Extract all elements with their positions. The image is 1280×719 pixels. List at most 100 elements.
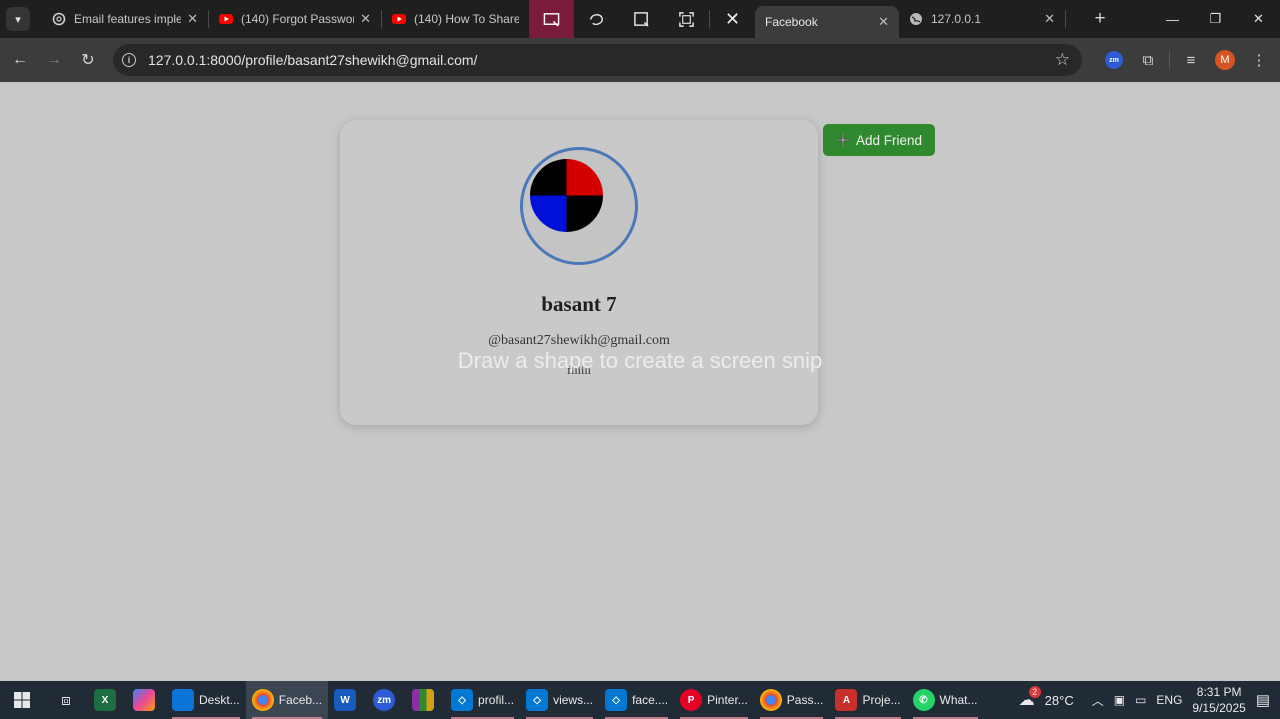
taskbar-app-label: Pinter... — [707, 693, 748, 707]
close-icon[interactable]: ✕ — [360, 11, 371, 27]
taskbar-app-label: Proje... — [862, 693, 901, 707]
close-snip-button[interactable]: ✕ — [710, 0, 755, 38]
whatsapp-icon: ✆ — [912, 689, 935, 711]
task-view-button[interactable]: ⧈ — [44, 681, 88, 719]
chevron-up-icon[interactable]: ︿ — [1092, 692, 1104, 709]
winrar-icon — [412, 689, 435, 711]
media-playlist-icon[interactable]: ≡ — [1174, 52, 1208, 69]
tab-email-features[interactable]: Email features implen ✕ — [42, 0, 208, 38]
tab-localhost[interactable]: 127.0.0.1 ✕ — [899, 0, 1065, 38]
task-view-icon: ⧈ — [61, 691, 71, 709]
windows-taskbar: ⧈ X Deskt... Faceb... W zm ◇ profil... ◇ v… — [0, 681, 1280, 719]
zoom-icon: zm — [373, 689, 396, 711]
taskbar-app-whatsapp[interactable]: ✆ What... — [907, 681, 984, 719]
desktop-icon — [172, 689, 194, 711]
menu-dots-icon[interactable]: ⋮ — [1242, 51, 1276, 69]
new-tab-button[interactable]: + — [1086, 8, 1114, 30]
close-icon: ✕ — [724, 8, 741, 29]
profile-name: basant 7 — [541, 292, 617, 316]
system-tray: ☁ 2 28°C ︿ ▣ ▭ ENG 8:31 PM 9/15/2025 ▤ — [1019, 681, 1280, 719]
taskbar-app-vscode-profile[interactable]: ◇ profil... — [445, 681, 520, 719]
taskbar-app-copilot[interactable] — [127, 681, 166, 719]
add-friend-button[interactable]: Add Friend — [823, 124, 935, 156]
add-friend-label: Add Friend — [855, 132, 923, 148]
taskbar-app-word[interactable]: W — [328, 681, 367, 719]
taskbar-app-vscode-views[interactable]: ◇ views... — [520, 681, 599, 719]
globe-icon — [910, 13, 922, 25]
freeform-snip-icon — [590, 13, 603, 25]
clock[interactable]: 8:31 PM 9/15/2025 — [1192, 684, 1245, 716]
clock-date: 9/15/2025 — [1192, 701, 1246, 715]
fullscreen-snip-button[interactable] — [664, 0, 709, 38]
start-button[interactable] — [0, 692, 44, 708]
taskbar-app-chrome-pass[interactable]: Pass... — [754, 681, 830, 719]
taskbar-app-pinterest[interactable]: P Pinter... — [674, 681, 754, 719]
pinterest-icon: P — [680, 689, 703, 711]
taskbar-app-chrome-facebook[interactable]: Faceb... — [245, 681, 329, 719]
taskbar-app-label: views... — [553, 693, 594, 707]
address-bar[interactable]: i 127.0.0.1:8000/profile/basant27shewikh… — [113, 44, 1082, 76]
youtube-icon — [392, 14, 406, 24]
profile-avatar[interactable]: M — [1208, 50, 1242, 70]
bookmark-star-icon[interactable]: ☆ — [1055, 50, 1070, 70]
taskbar-app-winrar[interactable] — [406, 681, 445, 719]
toolbar-separator — [1169, 51, 1170, 69]
notifications-icon[interactable]: ▤ — [1256, 691, 1270, 709]
close-icon[interactable]: ✕ — [878, 14, 889, 30]
vscode-icon: ◇ — [526, 689, 549, 711]
extensions-puzzle-icon[interactable]: ⧉ — [1131, 52, 1165, 69]
avatar-image — [530, 159, 603, 232]
tab-forgot-password[interactable]: (140) Forgot Passwore ✕ — [209, 0, 381, 38]
avatar — [520, 147, 638, 265]
chevron-down-icon: ▾ — [15, 13, 21, 26]
tab-separator — [1065, 10, 1066, 28]
vscode-icon: ◇ — [605, 689, 628, 711]
taskbar-app-excel[interactable]: X — [88, 681, 127, 719]
network-icon[interactable]: ▣ — [1114, 693, 1125, 707]
zoom-extension-icon[interactable]: zm — [1097, 51, 1131, 69]
close-window-icon[interactable]: ✕ — [1237, 0, 1280, 38]
taskbar-app-desktop[interactable]: Deskt... — [166, 681, 246, 719]
tab-title: (140) Forgot Passwore — [241, 12, 355, 26]
minimize-icon[interactable]: — — [1151, 0, 1194, 38]
tab-title: (140) How To Share G — [414, 12, 519, 26]
taskbar-app-label: What... — [939, 693, 978, 707]
weather-icon[interactable]: ☁ 2 — [1019, 686, 1041, 710]
close-icon[interactable]: ✕ — [1044, 11, 1055, 27]
close-icon[interactable]: ✕ — [187, 11, 198, 27]
tab-facebook[interactable]: Facebook ✕ — [755, 6, 899, 38]
taskbar-app-zoom[interactable]: zm — [367, 681, 406, 719]
language-indicator[interactable]: ENG — [1156, 693, 1182, 707]
profile-initial: M — [1215, 50, 1235, 70]
tab-search-button[interactable]: ▾ — [6, 7, 30, 31]
copilot-icon — [133, 689, 155, 711]
taskbar-app-vscode-face[interactable]: ◇ face.... — [599, 681, 674, 719]
temperature-label[interactable]: 28°C — [1045, 693, 1074, 708]
tab-how-to-share[interactable]: (140) How To Share G — [382, 0, 529, 38]
pdf-icon: A — [835, 689, 858, 711]
tab-title: Email features implen — [74, 12, 182, 26]
window-snip-icon — [634, 11, 649, 27]
profile-email: @basant27shewikh@gmail.com — [488, 333, 670, 348]
clock-time: 8:31 PM — [1196, 685, 1242, 699]
battery-icon[interactable]: ▭ — [1135, 693, 1146, 707]
restore-icon[interactable]: ❐ — [1194, 0, 1237, 38]
windows-logo-icon — [14, 692, 30, 708]
tab-strip: ▾ Email features implen ✕ (140) Forgot P… — [0, 0, 1280, 38]
rectangle-snip-button[interactable] — [529, 0, 574, 38]
reload-icon[interactable]: ↻ — [71, 50, 105, 70]
freeform-snip-button[interactable] — [574, 0, 619, 38]
back-arrow-icon[interactable]: ← — [3, 51, 37, 69]
weather-badge: 2 — [1028, 686, 1041, 698]
taskbar-app-pdf[interactable]: A Proje... — [829, 681, 906, 719]
forward-arrow-icon[interactable]: → — [37, 51, 71, 69]
chrome-icon — [759, 689, 782, 711]
toolbar-icons: zm ⧉ ≡ M ⋮ — [1097, 38, 1280, 82]
tab-title: Facebook — [765, 15, 818, 29]
window-snip-button[interactable] — [619, 0, 664, 38]
url-text[interactable]: 127.0.0.1:8000/profile/basant27shewikh@g… — [148, 52, 1055, 68]
profile-card: basant 7 @basant27shewikh@gmail.com fiii… — [340, 120, 818, 425]
chrome-icon — [251, 689, 274, 711]
tab-title: 127.0.0.1 — [931, 12, 982, 26]
site-info-icon[interactable]: i — [122, 53, 136, 67]
